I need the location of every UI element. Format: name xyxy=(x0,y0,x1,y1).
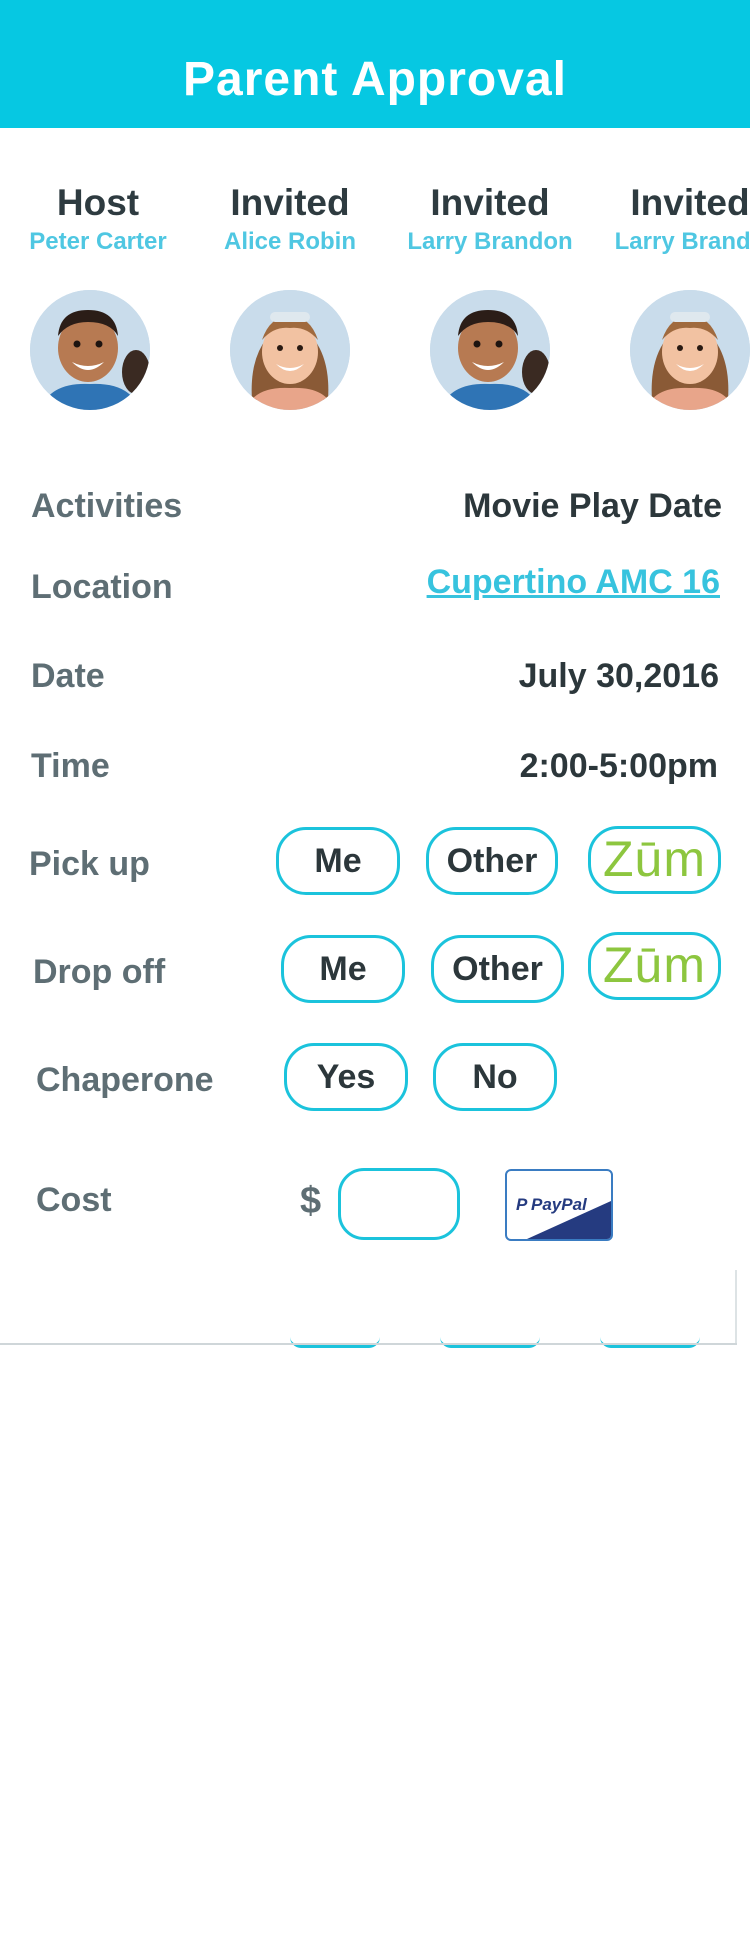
chaperone-no-button[interactable]: No xyxy=(433,1043,557,1111)
paypal-label: PayPal xyxy=(531,1195,588,1214)
cost-input[interactable] xyxy=(338,1168,460,1240)
participant-role: Invited xyxy=(430,182,550,223)
pickup-other-button[interactable]: Other xyxy=(426,827,558,895)
chaperone-yes-button[interactable]: Yes xyxy=(284,1043,408,1111)
time-label: Time xyxy=(31,747,110,785)
participant-name: Larry Brando xyxy=(614,228,750,255)
date-label: Date xyxy=(31,657,105,695)
activities-value: Movie Play Date xyxy=(463,487,722,525)
boy-avatar-icon xyxy=(30,290,150,410)
boy-avatar-icon xyxy=(430,290,550,410)
participant-name: Alice Robin xyxy=(223,228,356,255)
participant-role: Invited xyxy=(230,182,350,223)
participant-invited-1: Invited Alice Robin xyxy=(190,182,390,256)
sheet-edge xyxy=(735,1270,737,1344)
participant-role: Host xyxy=(56,182,140,223)
cost-label: Cost xyxy=(36,1181,112,1219)
dropoff-me-button[interactable]: Me xyxy=(281,935,405,1003)
currency-symbol: $ xyxy=(300,1180,322,1222)
girl-avatar-icon xyxy=(230,290,350,410)
participant-role: Invited xyxy=(630,182,750,223)
pickup-me-button[interactable]: Me xyxy=(276,827,400,895)
app-header: Parent Approval xyxy=(0,0,750,128)
participant-name: Larry Brandon xyxy=(407,228,573,255)
pickup-label: Pick up xyxy=(29,845,150,883)
date-value: July 30,2016 xyxy=(518,657,719,695)
location-label: Location xyxy=(31,568,173,606)
girl-avatar-icon xyxy=(630,290,750,410)
avatar-invited-3[interactable] xyxy=(630,290,750,410)
participant-invited-3: Invited Larry Brando xyxy=(590,182,750,256)
time-value: 2:00-5:00pm xyxy=(519,747,718,785)
avatar-invited-1[interactable] xyxy=(230,290,350,410)
chaperone-label: Chaperone xyxy=(36,1061,214,1099)
participant-invited-2: Invited Larry Brandon xyxy=(390,182,590,256)
avatar-invited-2[interactable] xyxy=(430,290,550,410)
svg-text:P: P xyxy=(516,1195,528,1214)
paypal-button[interactable]: P PayPal xyxy=(505,1169,613,1241)
dropoff-zum-button[interactable]: Zūm xyxy=(588,932,721,1000)
paypal-logo-icon: P PayPal xyxy=(516,1195,611,1239)
location-link[interactable]: Cupertino AMC 16 xyxy=(427,563,720,602)
avatar-host[interactable] xyxy=(30,290,150,410)
dropoff-other-button[interactable]: Other xyxy=(431,935,564,1003)
participant-name: Peter Carter xyxy=(29,228,167,255)
participant-host: Host Peter Carter xyxy=(0,182,198,256)
sheet-divider xyxy=(0,1343,737,1345)
pickup-zum-button[interactable]: Zūm xyxy=(588,826,721,894)
dropoff-label: Drop off xyxy=(33,953,166,991)
page-title: Parent Approval xyxy=(183,53,567,106)
activities-label: Activities xyxy=(31,487,183,525)
